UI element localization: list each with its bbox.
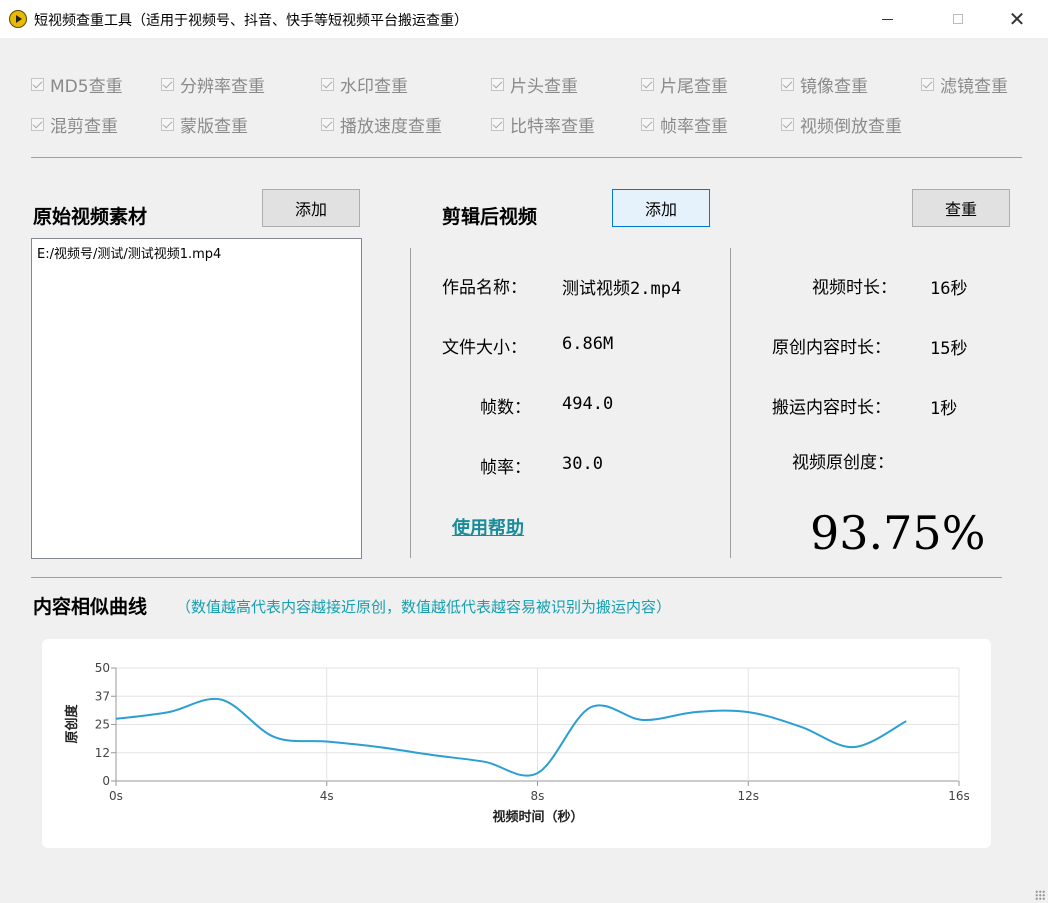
window-title: 短视频查重工具（适用于视频号、抖音、快手等短视频平台搬运查重）: [34, 13, 468, 29]
minimize-icon: [881, 18, 893, 20]
original-heading: 原始视频素材: [33, 206, 148, 228]
check-md5[interactable]: MD5查重: [31, 73, 123, 97]
duration-value: 16秒: [930, 279, 968, 299]
name-value: 测试视频2.mp4: [562, 279, 682, 299]
divider-left: [410, 248, 411, 558]
checkbox-icon: [31, 117, 44, 131]
check-framerate[interactable]: 帧率查重: [641, 113, 728, 137]
checkbox-icon: [491, 77, 504, 91]
y-tick-label: 25: [95, 718, 110, 732]
add-edited-button[interactable]: 添加: [612, 189, 710, 227]
edited-heading: 剪辑后视频: [442, 206, 538, 228]
original-file-list[interactable]: E:/视频号/测试/测试视频1.mp4: [31, 238, 362, 559]
check-duplicate-button[interactable]: 查重: [912, 189, 1010, 227]
frames-label: 帧数：: [480, 398, 531, 418]
curve-note: （数值越高代表内容越接近原创，数值越低代表越容易被识别为搬运内容）: [176, 598, 672, 616]
check-bitrate[interactable]: 比特率查重: [491, 113, 595, 137]
similarity-chart-panel: 50 37 25 12 0 0s 4s 8s 12s 16s 视频时间（秒） 原创度: [42, 639, 991, 848]
checkbox-icon: [781, 77, 794, 91]
divider-right: [730, 248, 731, 558]
similarity-line: [115, 697, 907, 777]
checkbox-icon: [781, 117, 794, 131]
check-filter[interactable]: 滤镜查重: [921, 73, 1008, 97]
x-tick-label: 12s: [737, 789, 759, 803]
checkbox-icon: [491, 117, 504, 131]
maximize-button[interactable]: [935, 0, 981, 38]
resize-grip-icon[interactable]: [1035, 890, 1045, 900]
name-label: 作品名称：: [442, 278, 527, 298]
x-tick-label: 0s: [109, 789, 123, 803]
check-resolution[interactable]: 分辨率查重: [161, 73, 265, 97]
size-label: 文件大小：: [442, 338, 527, 358]
add-original-button[interactable]: 添加: [262, 189, 360, 227]
chart-x-ticks: 0s 4s 8s 12s 16s: [109, 789, 970, 803]
original-duration-value: 15秒: [930, 339, 968, 359]
maximize-icon: [953, 14, 963, 24]
checkbox-icon: [161, 77, 174, 91]
close-icon: ✕: [1008, 7, 1026, 31]
checkbox-icon: [321, 117, 334, 131]
size-value: 6.86M: [562, 334, 614, 354]
check-mask[interactable]: 蒙版查重: [161, 113, 248, 137]
chart-grid: [111, 667, 960, 786]
checkbox-icon: [321, 77, 334, 91]
y-tick-label: 37: [95, 689, 110, 703]
y-axis-label: 原创度: [64, 704, 80, 744]
help-link[interactable]: 使用帮助: [452, 514, 524, 540]
x-tick-label: 8s: [531, 789, 545, 803]
y-tick-label: 0: [102, 774, 110, 788]
check-outro[interactable]: 片尾查重: [641, 73, 728, 97]
similarity-chart: 50 37 25 12 0 0s 4s 8s 12s 16s 视频时间（秒） 原创度: [64, 661, 970, 825]
x-axis-label: 视频时间（秒）: [492, 809, 583, 825]
checkbox-icon: [31, 77, 44, 91]
minimize-button[interactable]: [864, 0, 910, 38]
y-tick-label: 50: [95, 661, 110, 675]
title-bar: 短视频查重工具（适用于视频号、抖音、快手等短视频平台搬运查重） ✕: [0, 0, 1048, 38]
checkbox-icon: [161, 117, 174, 131]
close-button[interactable]: ✕: [994, 0, 1040, 38]
checkbox-icon: [921, 77, 934, 91]
list-item[interactable]: E:/视频号/测试/测试视频1.mp4: [37, 243, 356, 262]
copied-duration-label: 搬运内容时长：: [772, 398, 891, 418]
fps-label: 帧率：: [480, 458, 531, 478]
originality-value: 93.75%: [810, 506, 986, 560]
check-watermark[interactable]: 水印查重: [321, 73, 408, 97]
x-tick-label: 16s: [948, 789, 970, 803]
divider-top: [31, 157, 1022, 158]
checkbox-icon: [641, 77, 654, 91]
check-mix[interactable]: 混剪查重: [31, 113, 118, 137]
check-intro[interactable]: 片头查重: [491, 73, 578, 97]
divider-bottom: [31, 577, 1002, 578]
chart-y-ticks: 50 37 25 12 0: [95, 661, 110, 788]
frames-value: 494.0: [562, 394, 614, 414]
check-speed[interactable]: 播放速度查重: [321, 113, 442, 137]
app-play-icon: [9, 10, 27, 28]
original-duration-label: 原创内容时长：: [772, 338, 891, 358]
y-tick-label: 12: [95, 746, 110, 760]
check-reverse[interactable]: 视频倒放查重: [781, 113, 902, 137]
curve-title: 内容相似曲线: [33, 596, 148, 618]
copied-duration-value: 1秒: [930, 399, 958, 419]
check-mirror[interactable]: 镜像查重: [781, 73, 868, 97]
fps-value: 30.0: [562, 454, 603, 474]
checkbox-icon: [641, 117, 654, 131]
x-tick-label: 4s: [320, 789, 334, 803]
duration-label: 视频时长：: [812, 278, 897, 298]
originality-label: 视频原创度：: [792, 453, 894, 473]
